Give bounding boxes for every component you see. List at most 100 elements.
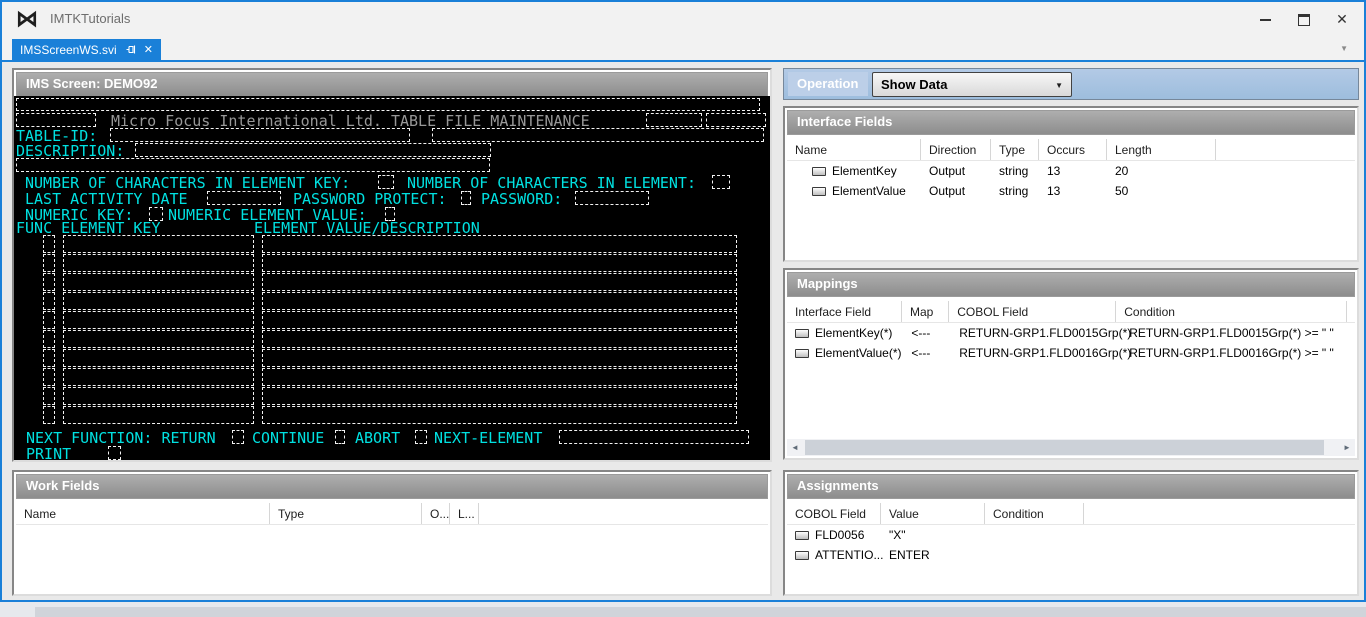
column-header-length[interactable]: Length	[1107, 139, 1216, 160]
table-row[interactable]: ElementKey(*) <--- RETURN-GRP1.FLD0015Gr…	[787, 323, 1355, 343]
field-icon	[795, 329, 809, 338]
pin-icon[interactable]	[125, 44, 136, 55]
terminal-field[interactable]	[16, 158, 490, 172]
table-row[interactable]: ATTENTIO... ENTER	[787, 545, 1355, 565]
terminal-field[interactable]	[335, 430, 345, 444]
maximize-button[interactable]	[1296, 11, 1312, 27]
terminal-field[interactable]	[63, 273, 254, 291]
terminal-field[interactable]	[262, 368, 737, 386]
operation-dropdown[interactable]: Show Data ▼	[872, 72, 1072, 97]
terminal-field[interactable]	[43, 273, 55, 291]
tab-imsscreenws[interactable]: IMSScreenWS.svi ✕	[12, 39, 161, 60]
terminal-field[interactable]	[63, 292, 254, 310]
cell-cobol-field: ATTENTIO...	[815, 548, 883, 562]
assignments-header: Assignments	[787, 474, 1355, 499]
terminal-field[interactable]	[262, 387, 737, 405]
column-header-map[interactable]: Map	[902, 301, 949, 322]
terminal-field[interactable]	[461, 191, 471, 205]
column-header-cobol-field[interactable]: COBOL Field	[949, 301, 1116, 322]
terminal-field[interactable]	[559, 430, 749, 444]
terminal-field[interactable]	[108, 446, 121, 460]
cell-direction: Output	[921, 184, 991, 198]
terminal-field[interactable]	[262, 273, 737, 291]
terminal-field[interactable]	[207, 191, 281, 205]
scroll-right-arrow-icon[interactable]: ►	[1339, 439, 1355, 456]
terminal-field[interactable]	[262, 292, 737, 310]
terminal-field[interactable]	[63, 311, 254, 329]
terminal-field[interactable]	[63, 349, 254, 367]
scrollbar-thumb[interactable]	[805, 440, 1324, 455]
column-header-occurs[interactable]: O...	[422, 503, 450, 524]
terminal-field[interactable]	[63, 330, 254, 348]
terminal-field[interactable]	[43, 254, 55, 272]
column-header-type[interactable]: Type	[991, 139, 1039, 160]
terminal-field[interactable]	[43, 292, 55, 310]
terminal-field[interactable]	[63, 406, 254, 424]
terminal-field[interactable]	[43, 406, 55, 424]
terminal-field[interactable]	[43, 235, 55, 253]
table-row[interactable]: ElementKey Output string 13 20	[787, 161, 1355, 181]
terminal-label-abort: ABORT	[355, 430, 400, 446]
terminal-grid-row	[14, 349, 770, 368]
terminal-field[interactable]	[378, 175, 394, 189]
table-row[interactable]: ElementValue(*) <--- RETURN-GRP1.FLD0016…	[787, 343, 1355, 363]
column-header-direction[interactable]: Direction	[921, 139, 991, 160]
column-header-condition[interactable]: Condition	[1116, 301, 1347, 322]
terminal-grid-row	[14, 273, 770, 292]
terminal-label-num-chars-element: NUMBER OF CHARACTERS IN ELEMENT:	[407, 175, 696, 191]
tab-list-chevron-icon[interactable]: ▼	[1340, 44, 1348, 53]
terminal-field[interactable]	[63, 254, 254, 272]
terminal-label-last-activity-date: LAST ACTIVITY DATE	[25, 191, 188, 207]
column-header-type[interactable]: Type	[270, 503, 422, 524]
terminal-field[interactable]	[43, 311, 55, 329]
column-header-interface-field[interactable]: Interface Field	[787, 301, 902, 322]
close-button[interactable]: ✕	[1334, 11, 1350, 27]
terminal-field[interactable]	[415, 430, 427, 444]
scroll-left-arrow-icon[interactable]: ◄	[787, 439, 803, 456]
cell-value: "X"	[881, 528, 985, 542]
terminal-field[interactable]	[262, 349, 737, 367]
terminal-field[interactable]	[63, 235, 254, 253]
terminal-field[interactable]	[135, 143, 491, 157]
terminal-field[interactable]	[706, 113, 766, 127]
terminal-field[interactable]	[262, 311, 737, 329]
terminal-field[interactable]	[43, 349, 55, 367]
terminal-label-element-value-description: ELEMENT VALUE/DESCRIPTION	[254, 220, 480, 236]
table-row[interactable]: ElementValue Output string 13 50	[787, 181, 1355, 201]
column-header-condition[interactable]: Condition	[985, 503, 1084, 524]
terminal-field[interactable]	[63, 368, 254, 386]
terminal-field[interactable]	[43, 330, 55, 348]
ims-terminal-designer[interactable]: Micro Focus International Ltd. TABLE FIL…	[14, 96, 770, 460]
column-header-cobol-field[interactable]: COBOL Field	[787, 503, 881, 524]
terminal-field[interactable]	[16, 113, 96, 127]
tab-close-icon[interactable]: ✕	[144, 44, 153, 56]
terminal-field[interactable]	[43, 387, 55, 405]
column-header-name[interactable]: Name	[787, 139, 921, 160]
terminal-label-num-chars-key: NUMBER OF CHARACTERS IN ELEMENT KEY:	[25, 175, 350, 191]
terminal-field[interactable]	[262, 406, 737, 424]
terminal-field[interactable]	[262, 330, 737, 348]
terminal-field[interactable]	[43, 368, 55, 386]
column-header-value[interactable]: Value	[881, 503, 985, 524]
cell-occurs: 13	[1039, 164, 1107, 178]
terminal-label-description: DESCRIPTION:	[16, 143, 124, 159]
column-header-length[interactable]: L...	[450, 503, 479, 524]
terminal-field[interactable]	[110, 128, 410, 142]
terminal-field[interactable]	[262, 235, 737, 253]
terminal-field[interactable]	[575, 191, 649, 205]
terminal-field[interactable]	[712, 175, 730, 189]
horizontal-scrollbar[interactable]: ◄ ►	[787, 439, 1355, 456]
terminal-grid-row	[14, 292, 770, 311]
cell-name: ElementKey	[832, 164, 897, 178]
terminal-field[interactable]	[16, 98, 760, 111]
table-row[interactable]: FLD0056 "X"	[787, 525, 1355, 545]
terminal-field[interactable]	[63, 387, 254, 405]
minimize-button[interactable]	[1258, 11, 1274, 27]
column-header-occurs[interactable]: Occurs	[1039, 139, 1107, 160]
terminal-field[interactable]	[262, 254, 737, 272]
terminal-field[interactable]	[232, 430, 244, 444]
column-header-name[interactable]: Name	[16, 503, 270, 524]
terminal-field[interactable]	[432, 128, 764, 142]
terminal-field[interactable]	[646, 113, 702, 127]
work-fields-column-headers: Name Type O... L...	[16, 503, 768, 525]
